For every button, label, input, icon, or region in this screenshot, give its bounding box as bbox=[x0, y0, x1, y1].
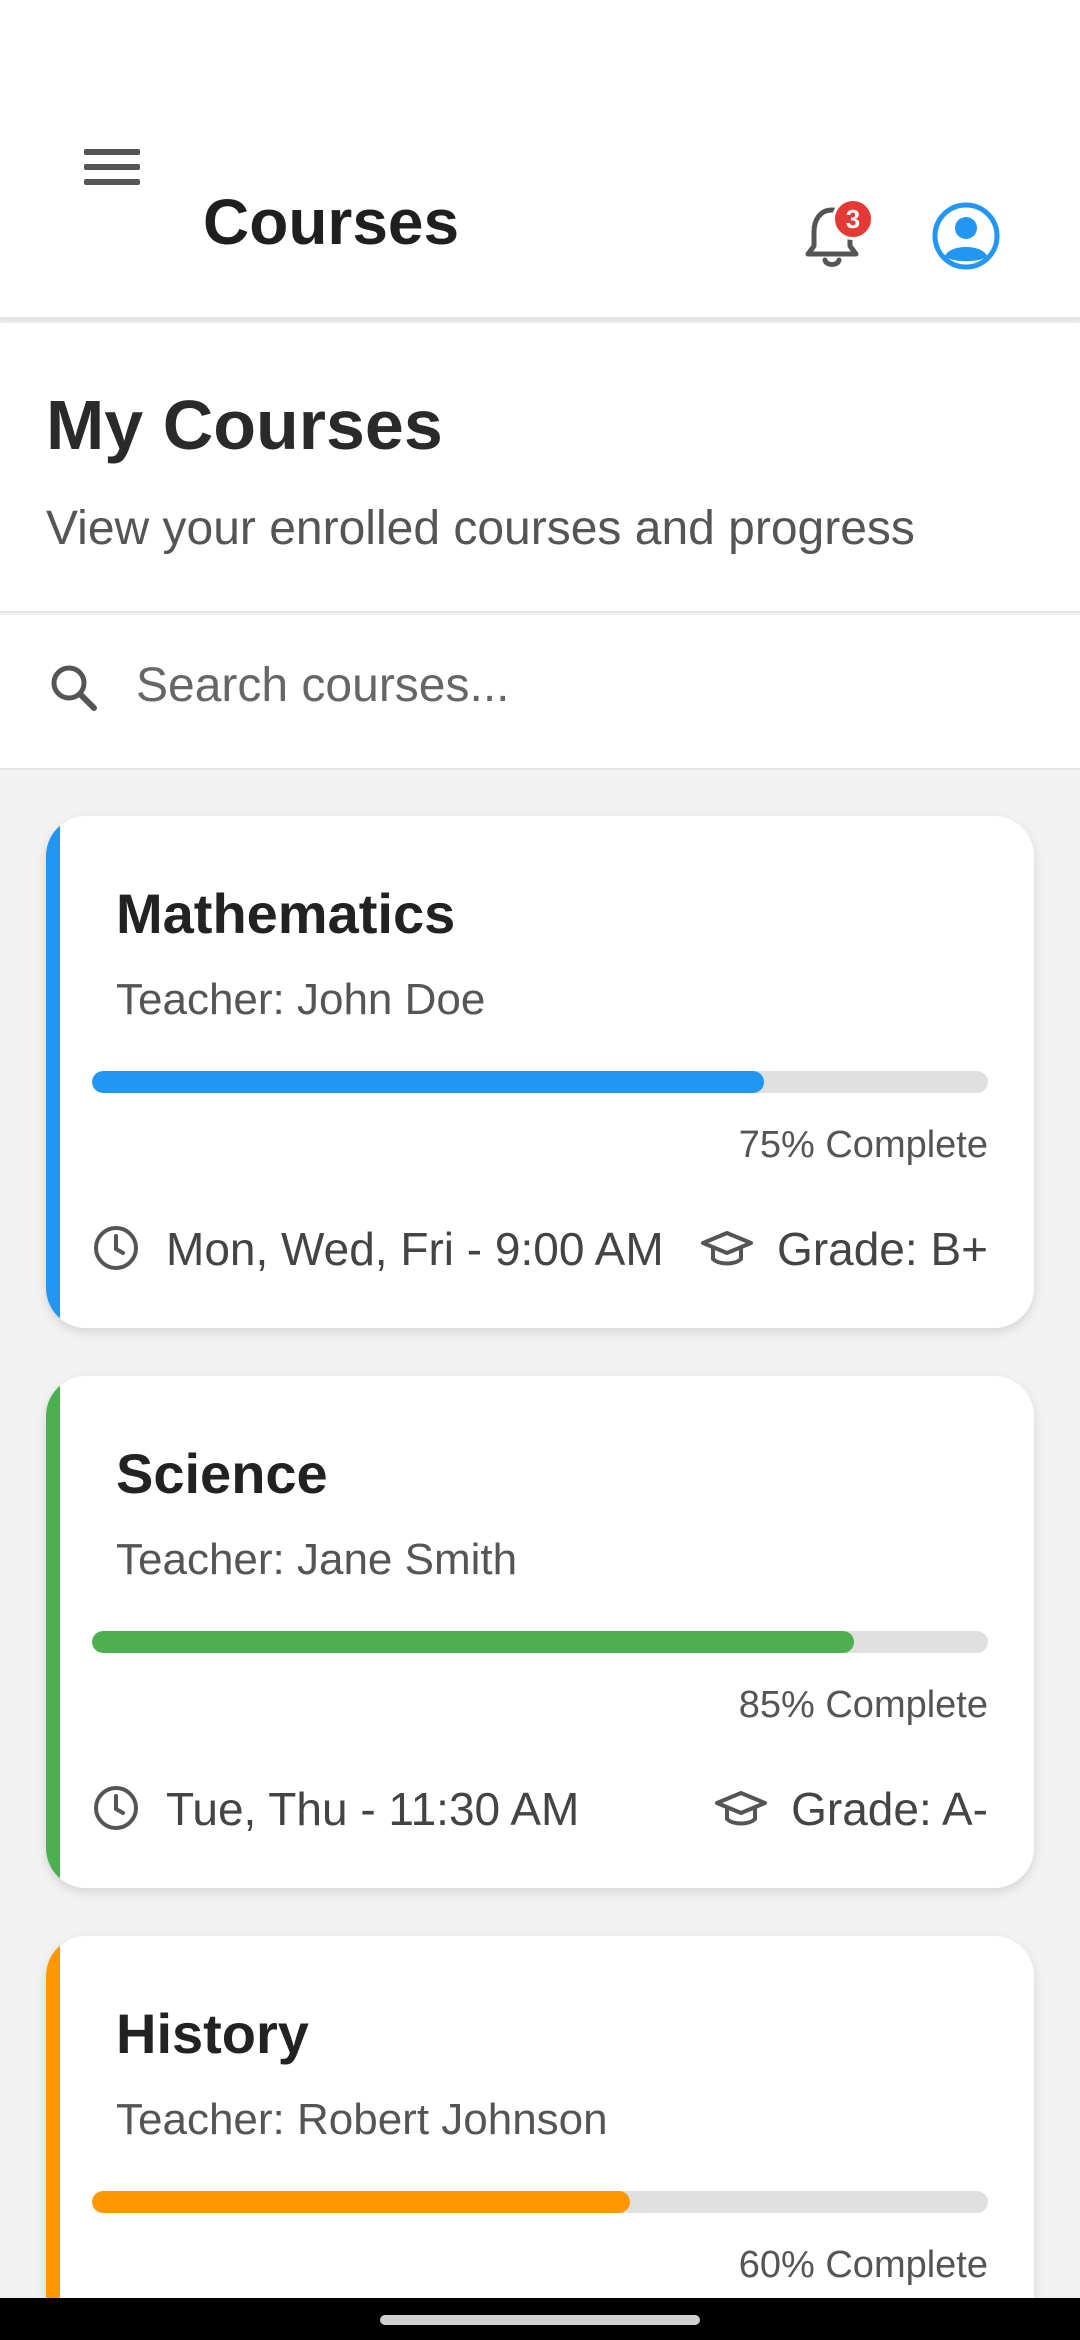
grade-group: Grade: B+ bbox=[699, 1221, 988, 1277]
course-card-mathematics[interactable]: Mathematics Teacher: John Doe 75% Comple… bbox=[46, 816, 1034, 1328]
course-title: Science bbox=[116, 1442, 328, 1505]
search-icon bbox=[46, 660, 102, 716]
course-schedule: Tue, Thu - 11:30 AM bbox=[166, 1783, 580, 1835]
notification-badge: 3 bbox=[832, 198, 874, 240]
course-teacher: Teacher: Jane Smith bbox=[116, 1535, 518, 1584]
progress-fill bbox=[92, 2191, 630, 2213]
profile-icon[interactable] bbox=[930, 200, 1002, 272]
card-accent-bar bbox=[46, 1936, 60, 2340]
search-input[interactable] bbox=[136, 645, 1036, 725]
progress-bar bbox=[92, 1071, 988, 1093]
progress-fill bbox=[92, 1071, 764, 1093]
course-teacher: Teacher: Robert Johnson bbox=[116, 2095, 608, 2144]
progress-label: 75% Complete bbox=[738, 1124, 988, 1166]
progress-label: 85% Complete bbox=[738, 1684, 988, 1726]
course-grade: Grade: B+ bbox=[777, 1223, 988, 1275]
card-accent-bar bbox=[46, 816, 60, 1328]
course-title: Mathematics bbox=[116, 882, 456, 945]
clock-icon bbox=[92, 1224, 140, 1272]
menu-icon[interactable] bbox=[80, 135, 144, 199]
status-bar bbox=[0, 0, 1080, 80]
graduation-cap-icon bbox=[713, 1781, 769, 1837]
app-bar bbox=[0, 80, 1080, 320]
course-title: History bbox=[116, 2002, 309, 2065]
progress-label: 60% Complete bbox=[738, 2244, 988, 2286]
progress-bar bbox=[92, 2191, 988, 2213]
course-schedule: Mon, Wed, Fri - 9:00 AM bbox=[166, 1223, 664, 1275]
clock-icon bbox=[92, 1784, 140, 1832]
header-block bbox=[0, 323, 1080, 613]
progress-bar bbox=[92, 1631, 988, 1653]
course-card-history[interactable]: History Teacher: Robert Johnson 60% Comp… bbox=[46, 1936, 1034, 2340]
course-teacher: Teacher: John Doe bbox=[116, 975, 486, 1024]
grade-group: Grade: A- bbox=[713, 1781, 988, 1837]
course-grade: Grade: A- bbox=[791, 1783, 988, 1835]
graduation-cap-icon bbox=[699, 1221, 755, 1277]
course-card-science[interactable]: Science Teacher: Jane Smith 85% Complete… bbox=[46, 1376, 1034, 1888]
progress-fill bbox=[92, 1631, 854, 1653]
home-indicator[interactable] bbox=[380, 2315, 700, 2325]
page-subtitle: View your enrolled courses and progress bbox=[46, 502, 915, 555]
page-title: My Courses bbox=[46, 386, 443, 464]
card-accent-bar bbox=[46, 1376, 60, 1888]
app-title: Courses bbox=[203, 186, 460, 258]
